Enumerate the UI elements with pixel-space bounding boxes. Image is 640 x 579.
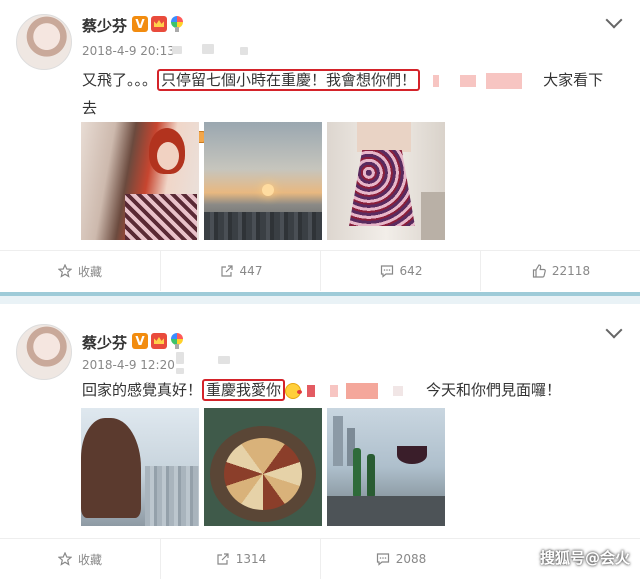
photo-bottle <box>367 454 375 498</box>
star-icon <box>57 264 72 278</box>
post-photo[interactable] <box>327 408 445 526</box>
post-text-part: 今天和你們見面囉！ <box>425 381 561 399</box>
photo-glass <box>397 446 427 464</box>
verified-badge-icon: V <box>132 16 148 32</box>
photo-arms <box>357 122 411 152</box>
weibo-post-1: 蔡少芬 V 2018-4-9 20:13 又飛了。。。 只停留七個小時在重慶！我會… <box>0 0 640 292</box>
photo-skyline <box>204 212 322 240</box>
blurred-region <box>459 74 476 87</box>
post-timestamp[interactable]: 2018-4-9 20:13 <box>82 44 175 58</box>
favorite-label: 收藏 <box>77 552 102 567</box>
photo-hair <box>81 418 141 518</box>
bow-icon <box>306 384 315 397</box>
author-badges: V <box>132 16 184 33</box>
watermark: 搜狐号@会火 <box>539 549 630 567</box>
post-photo[interactable] <box>81 408 199 526</box>
post-divider <box>0 292 640 304</box>
photo-dress <box>349 150 415 226</box>
post-timestamp[interactable]: 2018-4-9 12:20 <box>82 358 175 372</box>
post-photo[interactable] <box>327 122 445 240</box>
blurred-region <box>486 72 523 89</box>
author-badges: V <box>132 333 184 350</box>
blurred-region <box>346 382 379 399</box>
blurred-region <box>202 44 214 54</box>
comment-icon <box>376 553 389 566</box>
blurred-region <box>329 384 338 397</box>
comment-count: 2088 <box>395 552 427 566</box>
blurred-region <box>176 368 184 374</box>
repost-button[interactable]: 447 <box>160 251 321 291</box>
kiss-emoji-icon <box>285 382 303 399</box>
author-name[interactable]: 蔡少芬 <box>82 15 127 36</box>
photo-bottle <box>353 448 361 498</box>
blurred-region <box>240 47 248 55</box>
post-photo[interactable] <box>204 408 322 526</box>
like-count: 22118 <box>551 264 591 278</box>
blurred-region <box>218 356 230 364</box>
photo-face <box>157 142 179 170</box>
weibo-post-2: 蔡少芬 V 2018-4-9 12:20 回家的感覺真好！ 重慶我愛你 今天和你們… <box>0 304 640 579</box>
photo-skyline <box>145 466 199 526</box>
highlighted-text: 重慶我愛你 <box>202 379 286 401</box>
star-icon <box>57 552 72 566</box>
like-button[interactable]: 22118 <box>480 251 640 291</box>
chevron-down-icon[interactable] <box>605 321 623 339</box>
highlighted-text: 只停留七個小時在重慶！我會想你們！ <box>157 69 421 91</box>
post-photo[interactable] <box>204 122 322 240</box>
post-photo[interactable] <box>81 122 199 240</box>
comment-count: 642 <box>399 264 423 278</box>
post-text: 回家的感覺真好！ 重慶我愛你 今天和你們見面囉！ <box>82 376 612 404</box>
blurred-region <box>432 74 439 87</box>
crown-badge-icon <box>151 333 167 349</box>
post-text-part: 回家的感覺真好！ <box>82 381 203 399</box>
post-text-part: 又飛了。。。 <box>82 71 158 89</box>
comment-button[interactable]: 642 <box>320 251 481 291</box>
favorite-button[interactable]: 收藏 <box>0 251 160 291</box>
repost-icon <box>220 265 233 277</box>
photo-dress <box>125 194 197 240</box>
favorite-label: 收藏 <box>77 264 102 279</box>
blurred-region <box>172 46 182 54</box>
repost-count: 447 <box>239 264 263 278</box>
repost-count: 1314 <box>235 552 267 566</box>
repost-button[interactable]: 1314 <box>160 539 321 579</box>
blurred-region <box>393 385 404 396</box>
sun-icon <box>262 184 274 196</box>
action-bar: 收藏 447 642 22118 <box>0 250 640 291</box>
photo-chair <box>421 192 445 240</box>
author-name[interactable]: 蔡少芬 <box>82 332 127 353</box>
bulb-badge-icon <box>170 333 184 350</box>
crown-badge-icon <box>151 16 167 32</box>
photo-table <box>327 496 445 526</box>
chevron-down-icon[interactable] <box>605 11 623 29</box>
favorite-button[interactable]: 收藏 <box>0 539 160 579</box>
like-icon <box>532 264 546 278</box>
repost-icon <box>217 553 229 565</box>
bulb-badge-icon <box>170 16 184 33</box>
comment-button[interactable]: 2088 <box>320 539 481 579</box>
photo-snacks <box>224 438 302 510</box>
blurred-region <box>176 352 184 364</box>
photo-building <box>333 416 343 466</box>
avatar[interactable] <box>16 324 72 380</box>
avatar[interactable] <box>16 14 72 70</box>
comment-icon <box>380 265 393 278</box>
verified-badge-icon: V <box>132 333 148 349</box>
